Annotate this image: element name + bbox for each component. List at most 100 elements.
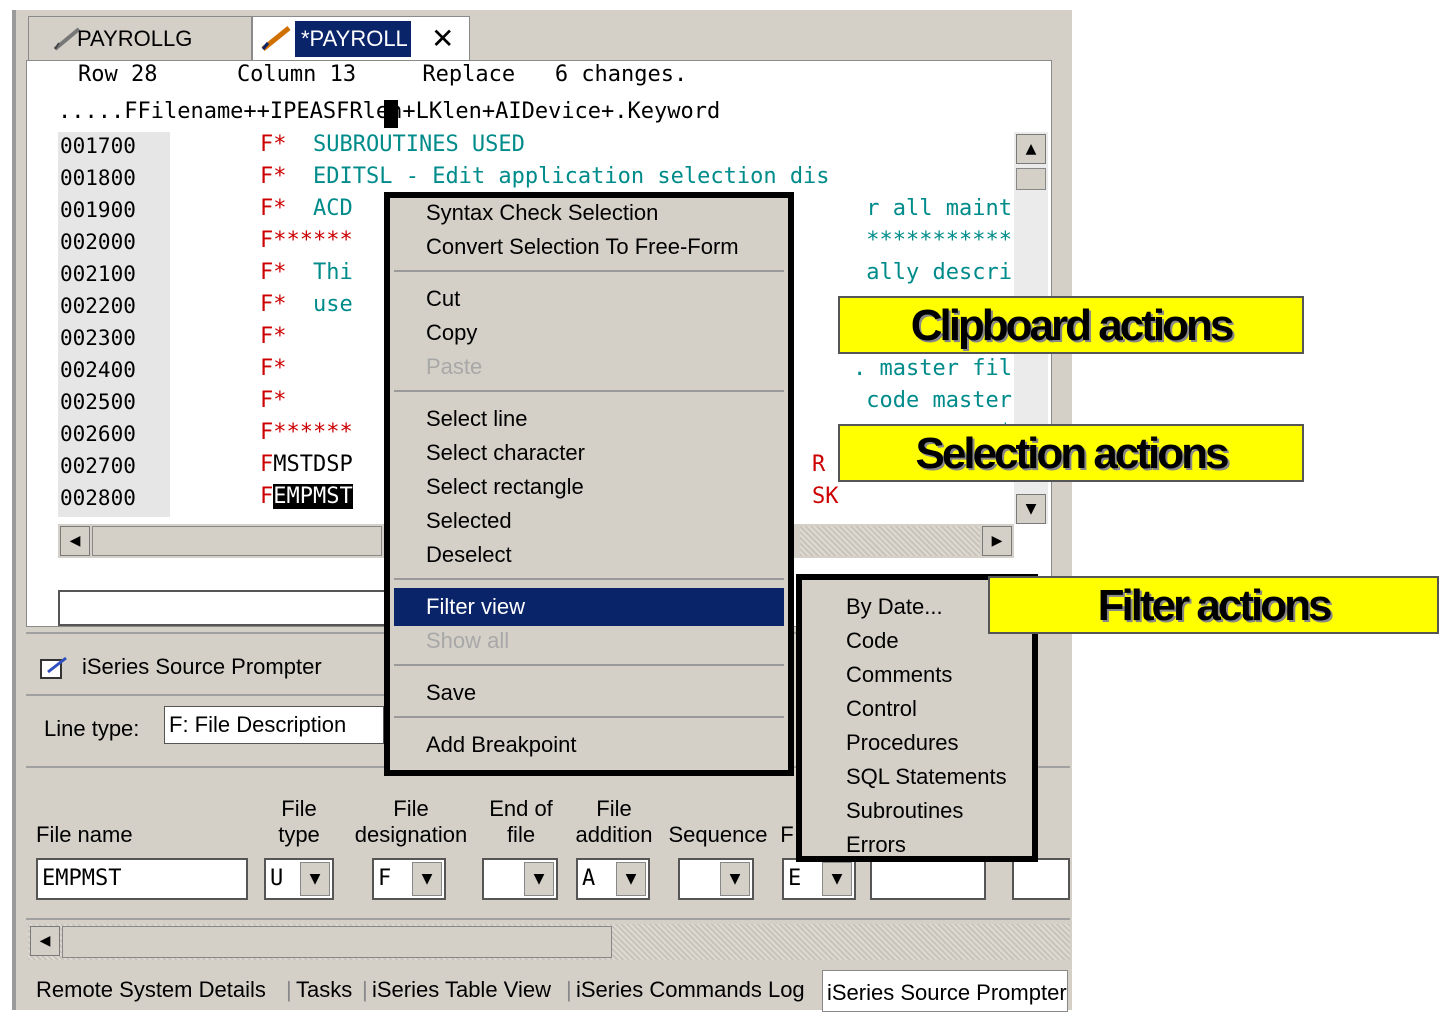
code-line[interactable]: F****** — [260, 228, 353, 253]
sequence-header: Sequence — [668, 822, 768, 847]
chevron-down-icon[interactable]: ▼ — [524, 862, 554, 896]
sequence-number: 002200 — [60, 294, 136, 318]
spec-type: F — [260, 452, 274, 477]
record-length-field[interactable] — [870, 858, 986, 900]
tab-tasks[interactable]: Tasks — [296, 968, 352, 1012]
scroll-right-button[interactable]: ▶ — [982, 526, 1012, 556]
code-text: EMPMST — [273, 484, 353, 509]
command-input[interactable] — [58, 590, 388, 626]
menu-item-add-breakpoint[interactable]: Add Breakpoint — [426, 732, 576, 758]
line-type-field[interactable]: F: File Description — [164, 706, 384, 744]
tab-divider: | — [362, 977, 368, 1002]
file-type-select[interactable]: U ▼ — [264, 858, 334, 900]
ruler-cursor — [384, 100, 398, 128]
prompter-scroll-thumb[interactable] — [62, 926, 612, 958]
scroll-down-button[interactable]: ▼ — [1016, 494, 1046, 524]
code-line[interactable]: F****** — [260, 420, 353, 445]
submenu-item-subroutines[interactable]: Subroutines — [846, 798, 963, 824]
code-line[interactable]: F* — [260, 324, 287, 349]
menu-item-syntax-check[interactable]: Syntax Check Selection — [426, 200, 658, 226]
menu-item-select-character[interactable]: Select character — [426, 440, 585, 466]
code-text: ACD — [286, 196, 353, 221]
submenu-item-control[interactable]: Control — [846, 696, 917, 722]
spec-type: F* — [260, 260, 287, 285]
file-designation-select[interactable]: F ▼ — [372, 858, 446, 900]
menu-separator — [394, 578, 784, 580]
submenu-item-by-date[interactable]: By Date... — [846, 594, 943, 620]
menu-item-deselect[interactable]: Deselect — [426, 542, 512, 568]
vertical-scroll-thumb[interactable] — [1016, 168, 1046, 190]
extra-select[interactable] — [1012, 858, 1070, 900]
chevron-down-icon[interactable]: ▼ — [720, 862, 750, 896]
horizontal-scroll-thumb[interactable] — [92, 526, 382, 556]
tab-label: *PAYROLL — [301, 26, 408, 51]
menu-item-filter-view[interactable]: Filter view — [426, 594, 525, 620]
code-text-tail: code master — [866, 388, 1012, 413]
sequence-number: 002100 — [60, 262, 136, 286]
code-text-tail: r all maint — [866, 196, 1012, 221]
code-line[interactable]: F* SUBROUTINES USED — [260, 132, 525, 157]
menu-item-selected[interactable]: Selected — [426, 508, 512, 534]
code-line[interactable]: F* Thi — [260, 260, 353, 285]
sequence-number: 002300 — [60, 326, 136, 350]
menu-item-convert-free-form[interactable]: Convert Selection To Free-Form — [426, 234, 739, 260]
prompter-bottom-separator — [26, 918, 1070, 920]
code-line[interactable]: F* use — [260, 292, 353, 317]
scroll-up-button[interactable]: ▲ — [1016, 134, 1046, 164]
callout-clipboard-actions: Clipboard actions — [838, 296, 1304, 354]
menu-item-select-line[interactable]: Select line — [426, 406, 528, 432]
tab-iseries-source-prompter[interactable]: iSeries Source Prompter — [822, 970, 1068, 1012]
chevron-down-icon[interactable]: ▼ — [412, 862, 442, 896]
sequence-number: 002800 — [60, 486, 136, 510]
tab-divider: | — [286, 977, 292, 1002]
menu-item-select-rectangle[interactable]: Select rectangle — [426, 474, 584, 500]
menu-item-copy[interactable]: Copy — [426, 320, 477, 346]
tab-payroll[interactable]: *PAYROLL ✕ — [252, 16, 470, 61]
format-value: E — [788, 866, 802, 891]
code-line[interactable]: FMSTDSP — [260, 452, 353, 477]
menu-item-save[interactable]: Save — [426, 680, 476, 706]
scroll-left-button[interactable]: ◀ — [30, 926, 60, 956]
file-name-header: File name — [36, 822, 133, 847]
file-name-field[interactable]: EMPMST — [36, 858, 248, 900]
submenu-item-procedures[interactable]: Procedures — [846, 730, 959, 756]
chevron-down-icon[interactable]: ▼ — [300, 862, 330, 896]
submenu-item-errors[interactable]: Errors — [846, 832, 906, 858]
submenu-item-comments[interactable]: Comments — [846, 662, 952, 688]
code-line[interactable]: F* ACD — [260, 196, 353, 221]
tab-iseries-commands-log[interactable]: iSeries Commands Log — [576, 968, 805, 1012]
end-of-file-select[interactable]: ▼ — [482, 858, 558, 900]
format-ruler: .....FFilename++IPEASFRlen+LKlen+AIDevic… — [58, 96, 1050, 128]
sequence-select[interactable]: ▼ — [678, 858, 754, 900]
close-icon[interactable]: ✕ — [431, 17, 454, 61]
sequence-number: 001700 — [60, 134, 136, 158]
sequence-number: 001800 — [60, 166, 136, 190]
code-text: SUBROUTINES USED — [286, 132, 525, 157]
code-line[interactable]: F* EDITSL - Edit application selection d… — [260, 164, 830, 189]
submenu-item-sql-statements[interactable]: SQL Statements — [846, 764, 1007, 790]
spec-type: F****** — [260, 420, 353, 445]
code-line[interactable]: F* — [260, 388, 287, 413]
file-addition-select[interactable]: A ▼ — [576, 858, 650, 900]
tab-iseries-table-view[interactable]: iSeries Table View — [372, 968, 551, 1012]
file-designation-header: File designation — [354, 796, 468, 847]
file-designation-value: F — [378, 866, 392, 891]
sequence-number: 002400 — [60, 358, 136, 382]
editor-status-line: Row 28 Column 13 Replace 6 changes. — [78, 62, 688, 87]
menu-item-cut[interactable]: Cut — [426, 286, 460, 312]
spec-type: F — [260, 484, 274, 509]
code-line[interactable]: F* — [260, 356, 287, 381]
scroll-track — [800, 526, 980, 556]
tab-payrollg[interactable]: PAYROLLG — [28, 16, 252, 61]
tab-label: PAYROLLG — [77, 26, 193, 51]
format-select[interactable]: E ▼ — [782, 858, 856, 900]
chevron-down-icon[interactable]: ▼ — [616, 862, 646, 896]
code-line[interactable]: FEMPMST — [260, 484, 353, 509]
sequence-number: 002600 — [60, 422, 136, 446]
tab-remote-system-details[interactable]: Remote System Details — [36, 968, 266, 1012]
chevron-down-icon[interactable]: ▼ — [822, 862, 852, 896]
callout-filter-actions: Filter actions — [988, 576, 1439, 634]
scroll-left-button[interactable]: ◀ — [60, 526, 90, 556]
submenu-item-code[interactable]: Code — [846, 628, 899, 654]
context-menu: Syntax Check Selection Convert Selection… — [384, 192, 794, 776]
